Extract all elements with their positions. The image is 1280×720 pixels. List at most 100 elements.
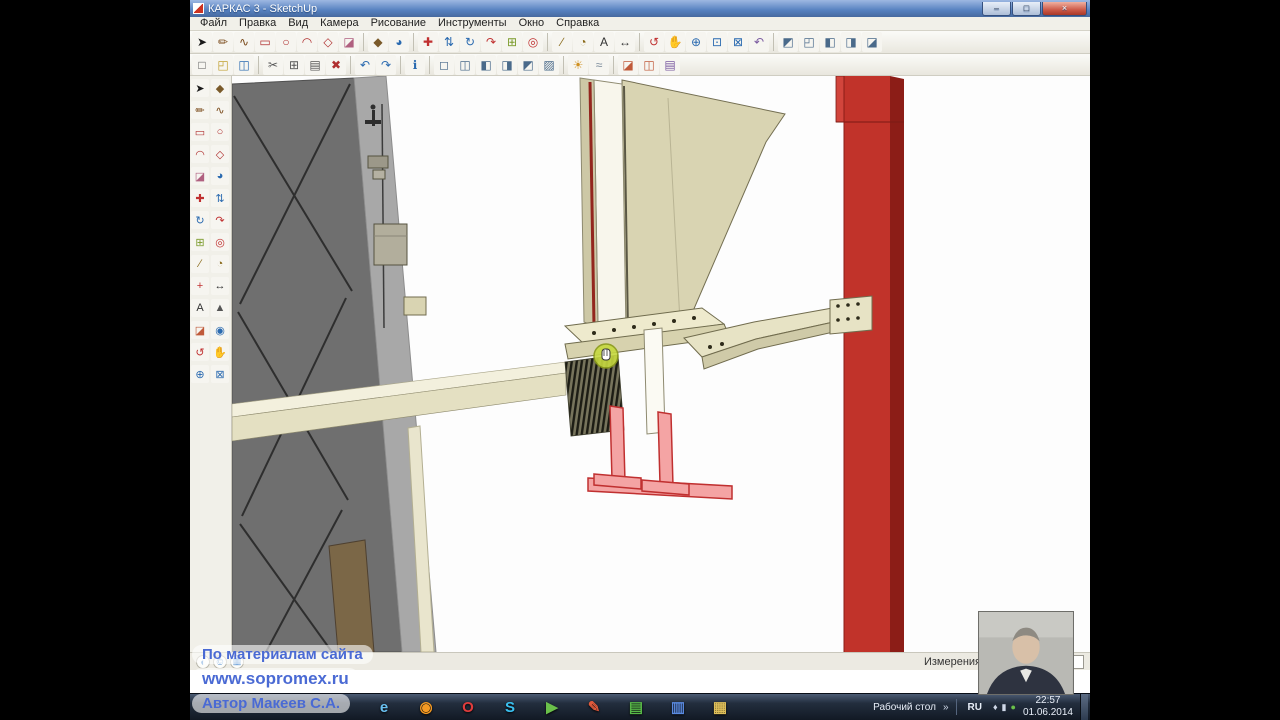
select-tool-icon[interactable]: ➤ (192, 32, 212, 52)
move-tool-icon[interactable]: ✚ (418, 32, 438, 52)
clock[interactable]: 22:57 01.06.2014 (1023, 695, 1073, 720)
zoom-extents-tool-icon[interactable]: ⊠ (728, 32, 748, 52)
zoom-tool-icon[interactable]: ⊕ (686, 32, 706, 52)
make-component-icon[interactable]: ◆ (211, 79, 229, 97)
top-view-icon[interactable]: ◰ (799, 32, 819, 52)
protractor-tool-icon[interactable]: ◔ (573, 32, 593, 52)
overlay-caption-site[interactable]: www.sopromex.ru (192, 668, 359, 690)
textured-style-icon[interactable]: ◨ (497, 54, 517, 75)
push-pull-tool-icon[interactable]: ⇅ (211, 189, 229, 207)
dimension-tool-icon[interactable]: ↔ (211, 277, 229, 295)
menu-item-7[interactable]: Окно (513, 17, 551, 30)
internet-explorer-icon[interactable]: e (373, 696, 395, 718)
polygon-tool-icon[interactable]: ◇ (211, 145, 229, 163)
move-tool-icon[interactable]: ✚ (191, 189, 209, 207)
orbit-tool-icon[interactable]: ↺ (644, 32, 664, 52)
3d-text-tool-icon[interactable]: ▲ (211, 299, 229, 317)
iso-view-icon[interactable]: ◩ (778, 32, 798, 52)
pan-tool-icon[interactable]: ✋ (211, 343, 229, 361)
freehand-tool-icon[interactable]: ∿ (234, 32, 254, 52)
tape-measure-tool-icon[interactable]: ∕ (552, 32, 572, 52)
desktop-toolbar-label[interactable]: Рабочий стол (873, 702, 936, 713)
toolbar-chevron-icon[interactable]: » (943, 702, 949, 713)
layers-panel-icon[interactable]: ▤ (660, 54, 680, 75)
eraser-tool-icon[interactable]: ◪ (191, 167, 209, 185)
line-tool-icon[interactable]: ✏ (213, 32, 233, 52)
tape-measure-tool-icon[interactable]: ∕ (191, 255, 209, 273)
back-view-icon[interactable]: ◪ (862, 32, 882, 52)
text-tool-icon[interactable]: A (191, 299, 209, 317)
paint-bucket-tool-icon[interactable]: ◕ (389, 32, 409, 52)
firefox-icon[interactable]: ◉ (415, 696, 437, 718)
text-tool-icon[interactable]: A (594, 32, 614, 52)
zoom-extents-tool-icon[interactable]: ⊠ (211, 365, 229, 383)
axes-tool-icon[interactable]: + (191, 277, 209, 295)
polygon-tool-icon[interactable]: ◇ (318, 32, 338, 52)
look-around-tool-icon[interactable]: ◉ (211, 321, 229, 339)
scale-tool-icon[interactable]: ⊞ (191, 233, 209, 251)
rotate-tool-icon[interactable]: ↻ (460, 32, 480, 52)
make-component-icon[interactable]: ◆ (368, 32, 388, 52)
tray-volume-icon[interactable]: ♦ (993, 702, 998, 713)
cut-icon[interactable]: ✂ (263, 54, 283, 75)
protractor-tool-icon[interactable]: ◔ (211, 255, 229, 273)
menu-item-1[interactable]: Файл (194, 17, 233, 30)
tray-antivirus-icon[interactable]: ● (1011, 702, 1016, 713)
excel-icon[interactable]: ▤ (625, 696, 647, 718)
minimize-button[interactable]: – (982, 1, 1011, 16)
circle-tool-icon[interactable]: ○ (211, 123, 229, 141)
file-manager-icon[interactable]: ▦ (709, 696, 731, 718)
offset-tool-icon[interactable]: ◎ (523, 32, 543, 52)
tray-network-icon[interactable]: ▮ (1002, 702, 1007, 713)
menu-item-6[interactable]: Инструменты (432, 17, 513, 30)
right-view-icon[interactable]: ◨ (841, 32, 861, 52)
line-tool-icon[interactable]: ✏ (191, 101, 209, 119)
save-file-icon[interactable]: ◫ (234, 54, 254, 75)
scale-tool-icon[interactable]: ⊞ (502, 32, 522, 52)
undo-icon[interactable]: ↶ (355, 54, 375, 75)
menu-item-5[interactable]: Рисование (365, 17, 432, 30)
paste-icon[interactable]: ▤ (305, 54, 325, 75)
menu-item-4[interactable]: Камера (314, 17, 364, 30)
monochrome-style-icon[interactable]: ◩ (518, 54, 538, 75)
freehand-tool-icon[interactable]: ∿ (211, 101, 229, 119)
skype-icon[interactable]: S (499, 696, 521, 718)
fog-toggle-icon[interactable]: ≈ (589, 54, 609, 75)
orbit-tool-icon[interactable]: ↺ (191, 343, 209, 361)
zoom-window-tool-icon[interactable]: ⊡ (707, 32, 727, 52)
rectangle-tool-icon[interactable]: ▭ (191, 123, 209, 141)
dimension-tool-icon[interactable]: ↔ (615, 32, 635, 52)
eraser-tool-icon[interactable]: ◪ (339, 32, 359, 52)
open-file-icon[interactable]: ◰ (213, 54, 233, 75)
viewport[interactable] (232, 76, 1090, 652)
paint-bucket-tool-icon[interactable]: ◕ (211, 167, 229, 185)
model-info-icon[interactable]: ℹ (405, 54, 425, 75)
shadows-toggle-icon[interactable]: ☀ (568, 54, 588, 75)
shaded-style-icon[interactable]: ◧ (476, 54, 496, 75)
language-indicator[interactable]: RU (964, 701, 986, 714)
section-plane-icon[interactable]: ◪ (618, 54, 638, 75)
previous-view-icon[interactable]: ↶ (749, 32, 769, 52)
rectangle-tool-icon[interactable]: ▭ (255, 32, 275, 52)
menu-item-8[interactable]: Справка (550, 17, 605, 30)
pan-tool-icon[interactable]: ✋ (665, 32, 685, 52)
media-player-icon[interactable]: ▶ (541, 696, 563, 718)
wireframe-style-icon[interactable]: ◻ (434, 54, 454, 75)
section-plane-icon[interactable]: ◪ (191, 321, 209, 339)
section-cuts-icon[interactable]: ◫ (639, 54, 659, 75)
follow-me-tool-icon[interactable]: ↷ (481, 32, 501, 52)
new-file-icon[interactable]: □ (192, 54, 212, 75)
xray-style-icon[interactable]: ▨ (539, 54, 559, 75)
maximize-button[interactable]: □ (1012, 1, 1041, 16)
close-button[interactable]: × (1042, 1, 1087, 16)
word-app-icon[interactable]: ▥ (667, 696, 689, 718)
zoom-tool-icon[interactable]: ⊕ (191, 365, 209, 383)
show-desktop-button[interactable] (1080, 693, 1088, 720)
copy-icon[interactable]: ⊞ (284, 54, 304, 75)
arc-tool-icon[interactable]: ◠ (191, 145, 209, 163)
hidden-line-style-icon[interactable]: ◫ (455, 54, 475, 75)
paint-app-icon[interactable]: ✎ (583, 696, 605, 718)
circle-tool-icon[interactable]: ○ (276, 32, 296, 52)
arc-tool-icon[interactable]: ◠ (297, 32, 317, 52)
menu-item-2[interactable]: Правка (233, 17, 282, 30)
